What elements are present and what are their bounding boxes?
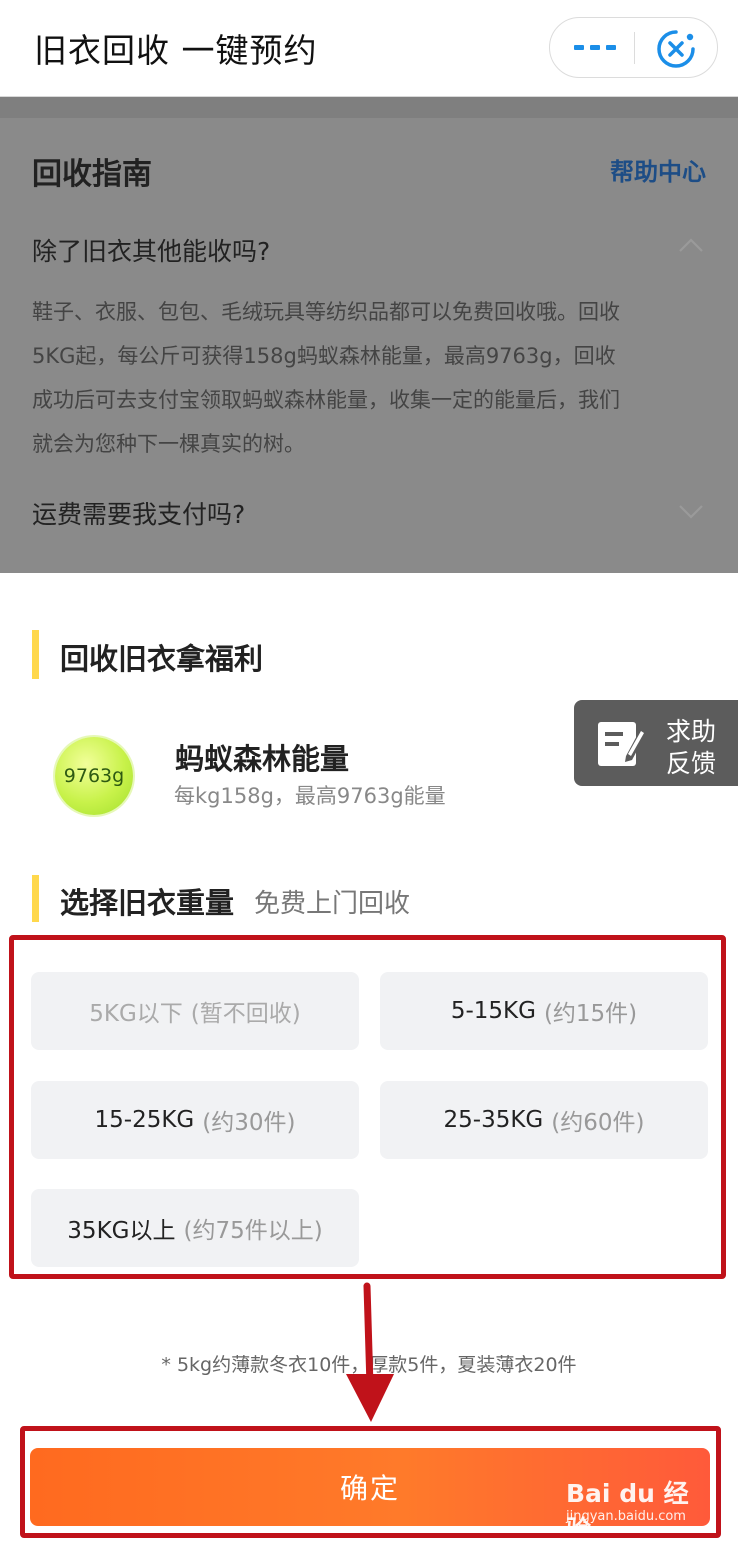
- benefit-section-title: 回收旧衣拿福利: [60, 642, 264, 676]
- chevron-up-icon[interactable]: [678, 237, 704, 253]
- chevron-down-icon[interactable]: [678, 504, 704, 520]
- faq-answer-1: 鞋子、衣服、包包、毛绒玩具等纺织品都可以免费回收哦。回收5KG起，每公斤可获得1…: [32, 300, 620, 456]
- annotation-frame-confirm: [20, 1426, 721, 1538]
- title-bar: 旧衣回收 一键预约: [0, 0, 738, 97]
- energy-description: 每kg158g，最高9763g能量: [174, 784, 446, 808]
- mini-program-close-icon[interactable]: [656, 29, 696, 69]
- mini-program-capsule: [549, 17, 718, 78]
- annotation-arrow-icon: [346, 1282, 394, 1422]
- help-center-link[interactable]: 帮助中心: [610, 152, 706, 187]
- capsule-divider: [634, 32, 635, 64]
- more-dots-icon[interactable]: [574, 38, 618, 58]
- edit-note-icon: [598, 722, 646, 766]
- recycle-guide-section: 回收指南 帮助中心 除了旧衣其他能收吗? 鞋子、衣服、包包、毛绒玩具等纺织品都可…: [0, 97, 738, 573]
- section-accent-bar: [32, 630, 39, 679]
- guide-title: 回收指南: [32, 157, 152, 192]
- faq-question-2[interactable]: 运费需要我支付吗?: [32, 495, 245, 531]
- help-float-label-2: 反馈: [666, 749, 717, 778]
- faq-question-1[interactable]: 除了旧衣其他能收吗?: [32, 232, 270, 268]
- annotation-frame-options: [9, 935, 726, 1279]
- weight-section-subtitle: 免费上门回收: [254, 889, 411, 919]
- energy-name: 蚂蚁森林能量: [175, 742, 350, 776]
- help-float-label-1: 求助: [666, 717, 717, 746]
- energy-badge: 9763g: [55, 737, 133, 815]
- section-accent-bar: [32, 875, 39, 922]
- guide-top-band: [0, 97, 738, 118]
- weight-section-title: 选择旧衣重量: [60, 886, 235, 920]
- page-title: 旧衣回收 一键预约: [34, 31, 318, 70]
- help-feedback-button[interactable]: 求助 反馈: [574, 700, 738, 786]
